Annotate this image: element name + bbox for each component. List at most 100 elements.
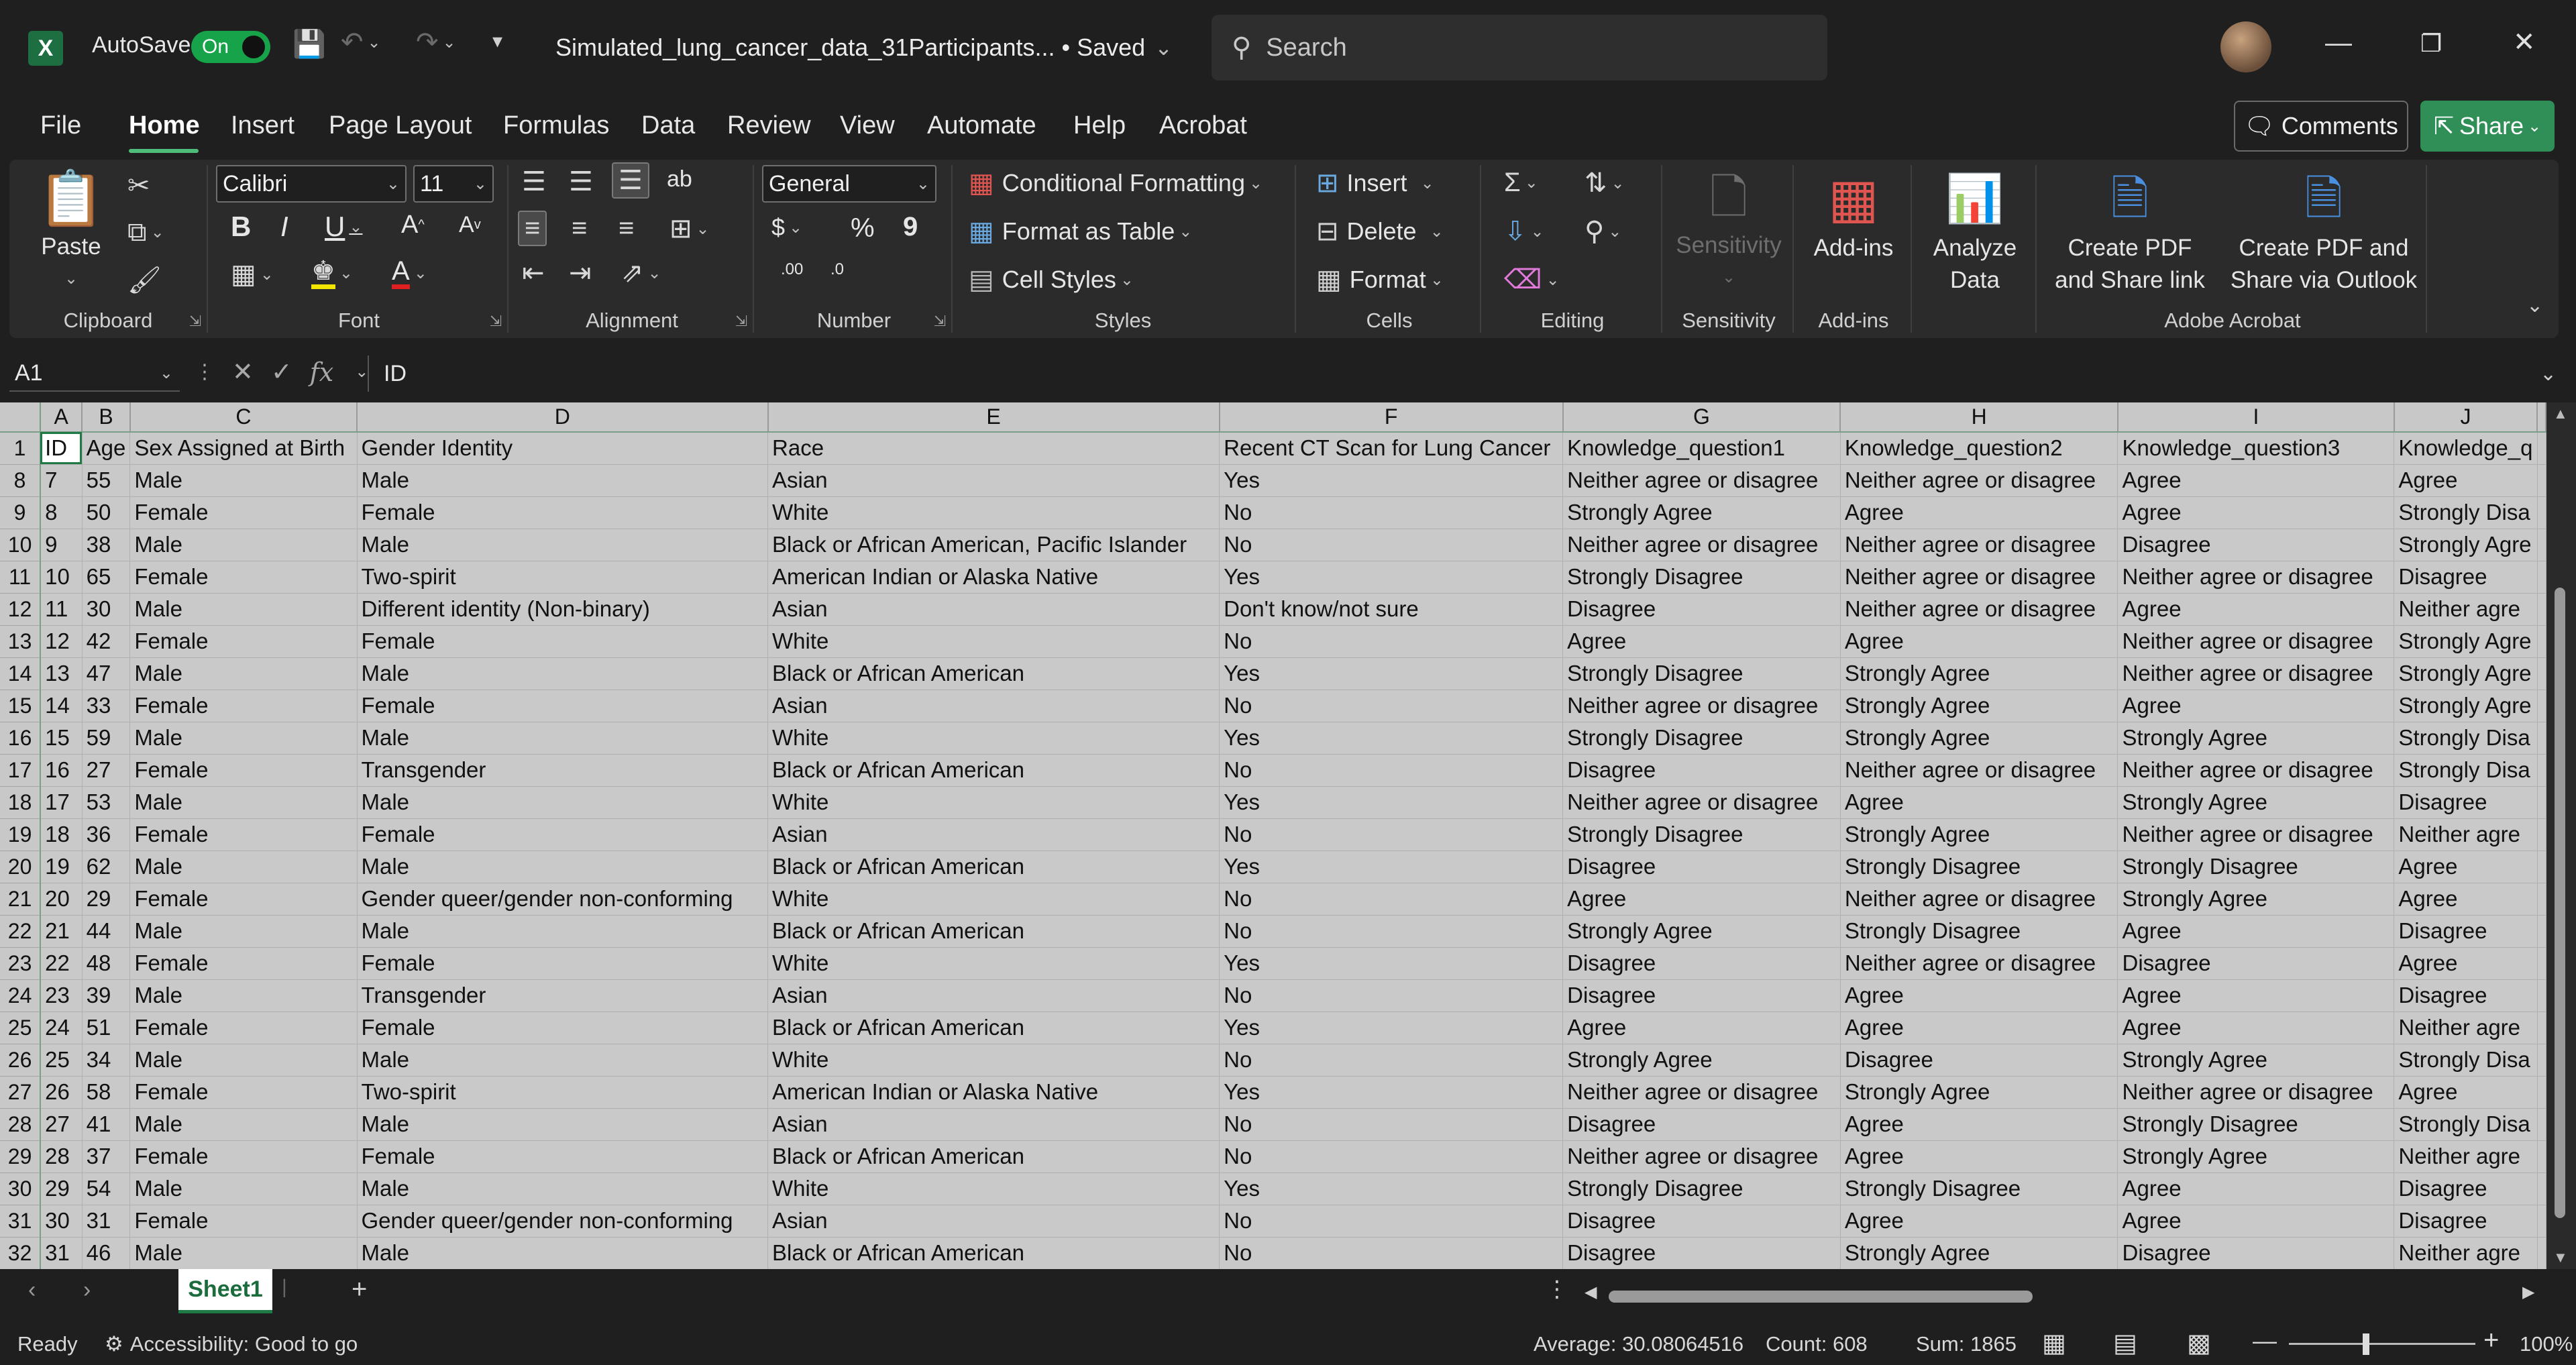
grid-cell[interactable]: Yes [1219, 657, 1564, 690]
grid-cell[interactable]: Strongly Agree [1562, 915, 1841, 948]
row-header[interactable]: 14 [0, 657, 42, 690]
grid-cell[interactable]: Neither agree or disagree [1840, 593, 2118, 626]
grid-cell[interactable]: 44 [82, 915, 131, 948]
row-header[interactable]: 20 [0, 851, 42, 883]
grid-cell[interactable]: Agree [1562, 625, 1841, 658]
grid-cell[interactable]: White [767, 1172, 1220, 1205]
font-name-select[interactable]: Calibri ⌄ [216, 165, 407, 203]
grid-cell[interactable]: 42 [82, 625, 131, 658]
grid-cell[interactable]: 16 [40, 754, 83, 787]
row-header[interactable]: 30 [0, 1172, 42, 1205]
grid-cell-overflow[interactable] [2537, 1140, 2546, 1173]
grid-cell[interactable]: Female [357, 818, 769, 851]
bold-button[interactable]: B [231, 211, 251, 243]
increase-font-button[interactable]: A ^ [401, 211, 425, 239]
grid-cell[interactable]: 48 [82, 947, 131, 980]
grid-cell-overflow[interactable] [2537, 464, 2546, 497]
grid-cell[interactable]: Male [357, 1237, 769, 1269]
grid-cell[interactable]: Agree [1840, 1108, 2118, 1141]
grid-cell[interactable]: Male [129, 1172, 358, 1205]
status-count[interactable]: Count: 608 [1766, 1332, 1868, 1356]
grid-cell[interactable]: Agree [2394, 1076, 2538, 1109]
wrap-text-icon[interactable]: ab [667, 166, 692, 193]
grid-cell[interactable]: Agree [1840, 1140, 2118, 1173]
grid-cell[interactable]: Disagree [2394, 786, 2538, 819]
row-header[interactable]: 8 [0, 464, 42, 497]
tab-page-layout[interactable]: Page Layout [329, 111, 472, 140]
grid-cell[interactable]: Black or African American [767, 657, 1220, 690]
decrease-font-button[interactable]: Av [459, 212, 481, 238]
column-header-a[interactable]: A [40, 402, 83, 433]
grid-cell-overflow[interactable] [2537, 915, 2546, 948]
grid-cell[interactable]: 53 [82, 786, 131, 819]
header-cell[interactable]: Race [767, 432, 1220, 465]
grid-cell[interactable]: Female [129, 947, 358, 980]
name-box[interactable]: A1 ⌄ [9, 356, 180, 392]
grid-cell[interactable]: No [1219, 979, 1564, 1012]
insert-cells-button[interactable]: ⊞ Insert ⌄ [1316, 168, 1434, 199]
grid-cell[interactable]: Male [357, 1172, 769, 1205]
grid-cell-overflow[interactable] [2537, 432, 2546, 465]
grid-cell[interactable]: 20 [40, 883, 83, 916]
grid-cell[interactable]: 18 [40, 818, 83, 851]
close-icon[interactable]: ✕ [2513, 27, 2536, 58]
grid-cell[interactable]: Strongly Disagree [1562, 561, 1841, 594]
grid-cell[interactable]: Neither agree or disagree [1562, 1140, 1841, 1173]
grid-cell[interactable]: Strongly Agree [2117, 883, 2395, 916]
grid-cell[interactable]: Male [129, 464, 358, 497]
grid-cell[interactable]: Yes [1219, 1172, 1564, 1205]
grid-cell[interactable]: Yes [1219, 464, 1564, 497]
grid-cell-overflow[interactable] [2537, 883, 2546, 916]
vertical-scroll-thumb[interactable] [2555, 588, 2565, 1218]
grid-cell[interactable]: Agree [1840, 979, 2118, 1012]
grid-cell[interactable]: Male [357, 657, 769, 690]
column-header-j[interactable]: J [2394, 402, 2538, 433]
grid-cell[interactable]: Strongly Disagree [2117, 851, 2395, 883]
column-header-i[interactable]: I [2117, 402, 2395, 433]
grid-cell[interactable]: Agree [1840, 1012, 2118, 1044]
grid-cell[interactable]: Asian [767, 1108, 1220, 1141]
scroll-down-icon[interactable]: ▼ [2553, 1249, 2568, 1266]
increase-indent-icon[interactable]: ⇥ [569, 258, 592, 288]
grid-cell[interactable]: Yes [1219, 851, 1564, 883]
grid-cell[interactable]: Neither agree or disagree [1840, 529, 2118, 561]
grid-cell[interactable]: Strongly Agre [2394, 625, 2538, 658]
grid-cell[interactable]: Strongly Agre [2394, 690, 2538, 722]
grid-cell[interactable]: Yes [1219, 947, 1564, 980]
grid-cell[interactable]: Male [357, 1108, 769, 1141]
grid-cell[interactable]: Yes [1219, 722, 1564, 755]
font-color-icon[interactable]: A ⌄ [392, 258, 427, 289]
grid-cell[interactable]: 47 [82, 657, 131, 690]
grid-cell[interactable]: Neither agre [2394, 1140, 2538, 1173]
dialog-launcher-icon[interactable]: ⇲ [490, 313, 502, 330]
grid-cell[interactable]: 9 [40, 529, 83, 561]
grid-cell[interactable]: Neither agree or disagree [1840, 754, 2118, 787]
header-cell[interactable]: Knowledge_question3 [2117, 432, 2395, 465]
grid-cell[interactable]: Agree [2394, 464, 2538, 497]
grid-cell[interactable]: Agree [2117, 496, 2395, 529]
grid-cell[interactable]: Agree [2117, 979, 2395, 1012]
tab-home[interactable]: Home [129, 111, 200, 140]
grid-cell[interactable]: 28 [40, 1140, 83, 1173]
dialog-launcher-icon[interactable]: ⇲ [934, 313, 946, 330]
grid-cell[interactable]: Male [129, 979, 358, 1012]
decrease-decimal-button[interactable]: .0 [830, 260, 844, 279]
grid-cell[interactable]: Female [129, 1012, 358, 1044]
grid-cell[interactable]: 54 [82, 1172, 131, 1205]
grid-cell-overflow[interactable] [2537, 1205, 2546, 1238]
header-cell[interactable]: Sex Assigned at Birth [129, 432, 358, 465]
grid-cell[interactable]: 38 [82, 529, 131, 561]
grid-cell[interactable]: 22 [40, 947, 83, 980]
tab-data[interactable]: Data [641, 111, 695, 140]
grid-cell[interactable]: Black or African American [767, 754, 1220, 787]
grid-cell[interactable]: Agree [2117, 690, 2395, 722]
grid-cell[interactable]: No [1219, 496, 1564, 529]
grid-cell-overflow[interactable] [2537, 529, 2546, 561]
orientation-icon[interactable]: ⇗ ⌄ [621, 258, 661, 288]
grid-cell[interactable]: Female [129, 625, 358, 658]
grid-cell-overflow[interactable] [2537, 851, 2546, 883]
column-header-h[interactable]: H [1840, 402, 2118, 433]
grid-cell[interactable]: Strongly Agree [1840, 690, 2118, 722]
row-header[interactable]: 1 [0, 432, 42, 465]
grid-cell[interactable]: 58 [82, 1076, 131, 1109]
